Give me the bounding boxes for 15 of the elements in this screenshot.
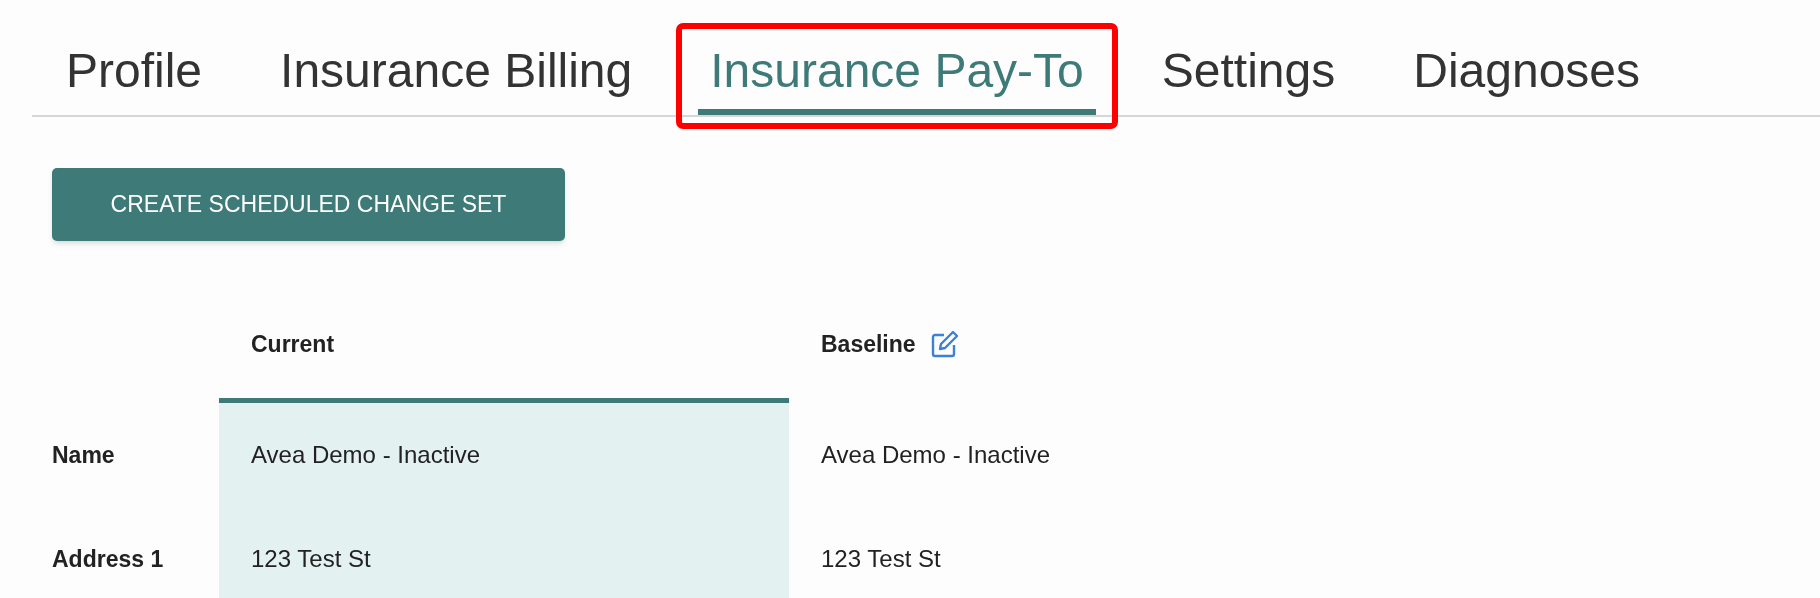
table-cell-text: Avea Demo - Inactive: [821, 440, 1050, 470]
tab[interactable]: Profile: [54, 47, 215, 115]
tab[interactable]: Diagnoses: [1401, 47, 1653, 115]
create-change-set-button[interactable]: CREATE SCHEDULED CHANGE SET: [52, 168, 565, 241]
column-header-text: Baseline: [821, 329, 916, 359]
row-label: Name: [52, 440, 115, 470]
table-cell-text: Avea Demo - Inactive: [251, 440, 480, 470]
table-cell-text: 123 Test St: [821, 544, 941, 574]
table-cell-text: 123 Test St: [251, 544, 371, 574]
tab[interactable]: Insurance Pay-To: [698, 47, 1096, 115]
edit-icon[interactable]: [929, 330, 960, 358]
row-label: Address 1: [52, 544, 164, 574]
tab[interactable]: Settings: [1149, 47, 1348, 115]
tab[interactable]: Insurance Billing: [268, 47, 645, 115]
column-header-text: Current: [251, 329, 335, 359]
